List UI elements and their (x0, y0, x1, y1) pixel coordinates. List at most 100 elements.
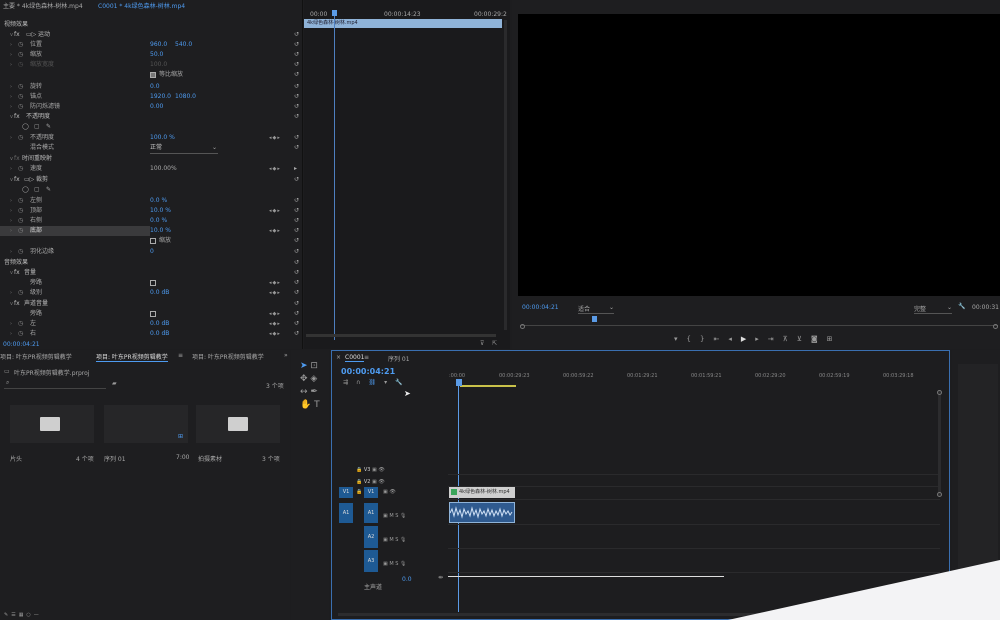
time-remap-effect[interactable]: v fx 时间重映射 (0, 154, 303, 164)
mask-ellipse-icon[interactable]: ◯ (22, 185, 29, 195)
bypass-checkbox[interactable] (150, 279, 156, 286)
volume-effect[interactable]: v fx 音量 ↺ (0, 268, 303, 278)
button-editor-icon[interactable]: ⊞ (827, 335, 842, 343)
track-select-icon[interactable]: ⊡ (310, 361, 318, 371)
go-to-out-icon[interactable]: ⇥ (768, 335, 783, 343)
crop-left-row[interactable]: › ◷ 左侧 0.0 % ↺ (0, 196, 303, 206)
sync-icon[interactable]: ▣ (372, 467, 377, 473)
zoom-slider-icon[interactable]: ○— (26, 612, 41, 618)
track-a3[interactable]: A3 (364, 550, 378, 572)
bin-item[interactable] (10, 405, 94, 443)
video-clip[interactable]: 4k绿色森林-树林.mp4 (449, 487, 515, 498)
step-forward-icon[interactable]: ▸ (755, 335, 768, 343)
mute-button[interactable]: M (389, 513, 393, 519)
eye-icon[interactable]: 👁 (378, 467, 384, 473)
scroll-handle[interactable] (937, 390, 942, 395)
rotation-row[interactable]: › ◷ 旋转 0.0 ↺ (0, 82, 303, 92)
mask-ellipse-icon[interactable]: ◯ (22, 122, 29, 132)
anti-flicker-row[interactable]: › ◷ 防闪烁滤镜 0.00 ↺ (0, 102, 303, 112)
go-to-in-icon[interactable]: ⇤ (713, 335, 728, 343)
mark-in-icon[interactable]: { (687, 335, 700, 343)
timeline-timecode[interactable]: 00:00:04:21 (341, 367, 395, 376)
mini-playhead-handle[interactable] (332, 10, 337, 16)
timeline-ruler[interactable]: :00:00 00:00:29:23 00:00:59:22 00:01:29:… (449, 373, 939, 383)
position-row[interactable]: › ◷ 位置 960.0 540.0 ↺ (0, 40, 303, 50)
crop-bottom-row[interactable]: › ◷ 底部 10.0 % ◂◆▸ ↺ (0, 226, 303, 236)
type-tool-icon[interactable]: T (314, 400, 320, 410)
motion-effect[interactable]: v fx ▭▷ 运动 ↺ (0, 30, 303, 40)
sync-icon[interactable]: ▣ (383, 537, 388, 543)
slip-tool-icon[interactable]: ↔ (300, 387, 308, 397)
track-a1[interactable]: A1 (364, 503, 378, 523)
add-marker-icon[interactable]: ▾ (384, 379, 395, 386)
mark-out-icon[interactable]: } (700, 335, 713, 343)
quality-select[interactable]: 完整 ⌄ (914, 304, 952, 314)
tab-sequence-2[interactable]: 序列 01 (388, 354, 410, 363)
razor-icon[interactable]: ◈ (310, 374, 317, 384)
sync-icon[interactable]: ▣ 👁 (383, 489, 396, 495)
channel-volume-effect[interactable]: v fx 声道音量 ↺ (0, 299, 303, 309)
mic-icon[interactable]: 🎙 (400, 513, 406, 519)
extract-icon[interactable]: ⊻ (797, 335, 811, 343)
blend-mode-select[interactable]: 正常 (150, 143, 218, 154)
pen-icon[interactable]: ✎ (46, 122, 51, 132)
project-tab-2[interactable]: 项目: 叶东PR视频剪辑教学 (96, 352, 168, 362)
bin-item[interactable] (196, 405, 280, 443)
source-patch-v1[interactable]: V1 (339, 487, 353, 498)
sync-icon[interactable]: ▣ (372, 479, 377, 485)
linked-selection-icon[interactable]: ⛓ (368, 379, 384, 386)
go-to-end-icon[interactable]: ⇹ (438, 574, 443, 581)
mic-icon[interactable]: 🎙 (400, 537, 406, 543)
hand-tool-icon[interactable]: ✋ (300, 400, 311, 410)
nest-icon[interactable]: ⇶ (343, 379, 356, 386)
source-patch-a1[interactable]: A1 (339, 503, 353, 523)
opacity-row[interactable]: › ◷ 不透明度 100.0 % ◂◆▸ ↺ (0, 133, 303, 143)
crop-right-row[interactable]: › ◷ 右侧 0.0 % ↺ (0, 216, 303, 226)
eye-icon[interactable]: 👁 (378, 479, 384, 485)
fit-select[interactable]: 适合 ⌄ (578, 304, 614, 314)
bypass2-checkbox[interactable] (150, 310, 156, 317)
mute-button[interactable]: M (389, 561, 393, 567)
selection-tool-icon[interactable]: ➤ (300, 361, 308, 371)
scroll-handle[interactable] (937, 492, 942, 497)
zoom-handle-right[interactable] (993, 324, 998, 329)
lock-icon[interactable]: 🔒 (356, 467, 362, 473)
new-bin-icon[interactable]: ▰ (112, 380, 117, 387)
audio-clip[interactable] (449, 502, 515, 523)
solo-button[interactable]: S (395, 561, 398, 567)
zoom-checkbox[interactable] (150, 237, 156, 244)
track-a2[interactable]: A2 (364, 526, 378, 548)
zoom-row[interactable]: 缩放 ↺ (0, 236, 303, 246)
tab-master[interactable]: 主要 * 4k绿色森林-树林.mp4 (3, 1, 83, 10)
left-channel-row[interactable]: › ◷ 左 0.0 dB ◂◆▸ ↺ (0, 319, 303, 329)
scale-row[interactable]: › ◷ 缩放 50.0 ↺ (0, 50, 303, 60)
mask-rect-icon[interactable]: ▢ (34, 185, 40, 195)
mini-scrollbar[interactable] (306, 334, 496, 337)
add-marker-icon[interactable]: ▾ (674, 335, 687, 343)
pen-icon[interactable]: ✎ (46, 185, 51, 195)
track-v1[interactable]: V1 (364, 487, 378, 498)
lift-icon[interactable]: ⊼ (783, 335, 797, 343)
mic-icon[interactable]: 🎙 (400, 561, 406, 567)
master-volume-line[interactable] (448, 576, 724, 577)
level-row[interactable]: › ◷ 级别 0.0 dB ◂◆▸ ↺ (0, 288, 303, 298)
sequence-item[interactable]: ⊞ (104, 405, 188, 443)
bypass-row[interactable]: 旁路 ◂◆▸ ↺ (0, 278, 303, 288)
solo-button[interactable]: S (395, 513, 398, 519)
crop-effect[interactable]: v fx ▭▷ 裁剪 ↺ (0, 175, 303, 185)
project-tab-1[interactable]: 项目: 叶东PR视频剪辑教学 (0, 352, 72, 361)
more-tabs-icon[interactable]: » (284, 352, 288, 359)
filter-icon[interactable]: ⊽ (480, 340, 484, 347)
anchor-row[interactable]: › ◷ 锚点 1920.0 1080.0 ↺ (0, 92, 303, 102)
playhead-handle[interactable] (456, 379, 462, 386)
mute-button[interactable]: M (389, 537, 393, 543)
menu-icon[interactable]: ≡ (364, 354, 369, 361)
export-icon[interactable]: ⇱ (492, 340, 497, 347)
uniform-scale-row[interactable]: 等比缩放 ↺ (0, 70, 303, 80)
opacity-effect[interactable]: v fx 不透明度 ↺ (0, 112, 303, 122)
sync-icon[interactable]: ▣ (383, 561, 388, 567)
blend-mode-row[interactable]: 混合模式 正常 ⌄ ↺ (0, 143, 303, 154)
zoom-handle-left[interactable] (520, 324, 525, 329)
step-back-icon[interactable]: ◂ (728, 335, 741, 343)
pen-tool-icon[interactable]: ✒ (310, 387, 318, 397)
